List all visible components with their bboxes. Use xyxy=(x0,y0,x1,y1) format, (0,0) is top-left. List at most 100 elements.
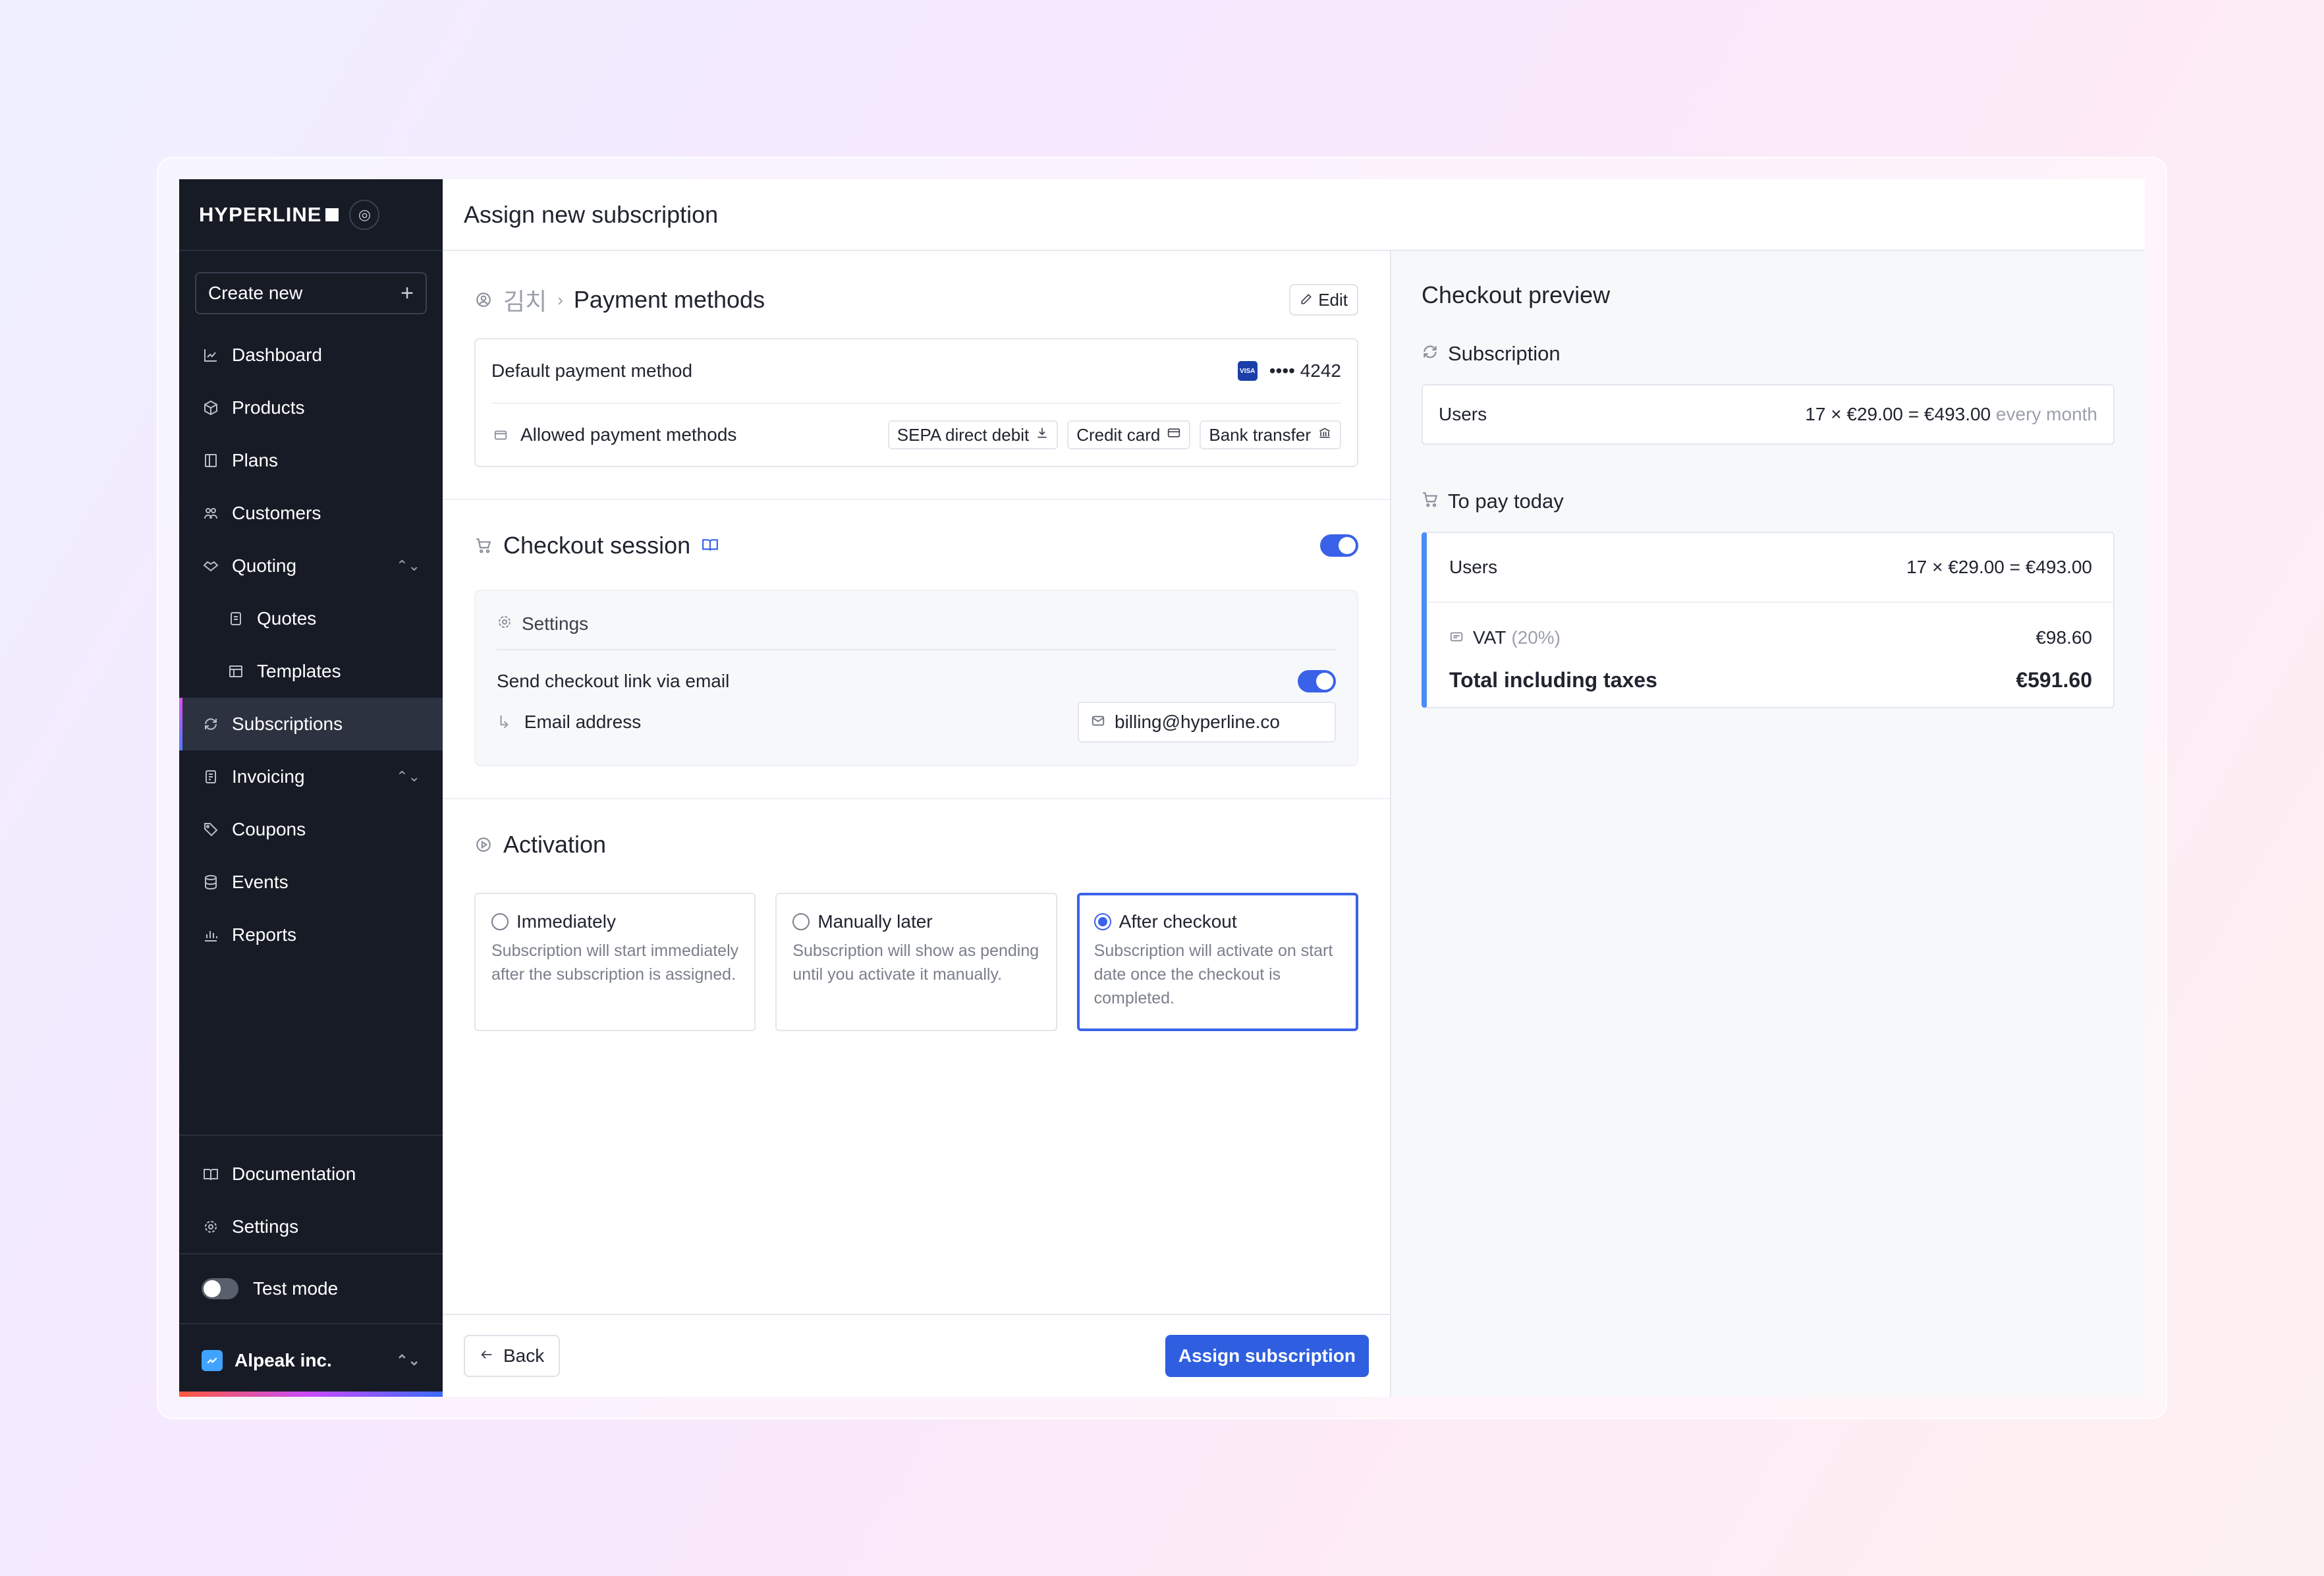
sidebar-item-label: Templates xyxy=(257,661,341,681)
credit-card-icon xyxy=(1167,426,1181,443)
settings-header: Settings xyxy=(497,613,1336,650)
line-period: every month xyxy=(1995,404,2097,424)
wallet-icon xyxy=(491,428,510,442)
logo-text: HYPERLINE xyxy=(199,202,322,226)
default-payment-row: Default payment method VISA •••• 4242 xyxy=(476,339,1357,403)
target-icon[interactable]: ◎ xyxy=(349,199,380,230)
org-switcher[interactable]: Alpeak inc. ⌃⌄ xyxy=(179,1323,443,1397)
sidebar-item-label: Subscriptions xyxy=(232,714,343,734)
sidebar-item-subscriptions[interactable]: Subscriptions xyxy=(179,698,443,750)
form-footer: Back Assign subscription xyxy=(443,1314,1390,1397)
sidebar-item-label: Plans xyxy=(232,450,279,470)
activation-option-immediately[interactable]: Immediately Subscription will start imme… xyxy=(474,893,756,1031)
logo[interactable]: HYPERLINE xyxy=(199,203,339,227)
sidebar-item-reports[interactable]: Reports xyxy=(179,909,443,961)
email-field[interactable]: billing@hyperline.co xyxy=(1078,702,1336,743)
document-icon xyxy=(227,609,245,628)
edit-label: Edit xyxy=(1318,289,1348,310)
sidebar-item-documentation[interactable]: Documentation xyxy=(179,1148,443,1200)
docs-book-icon[interactable] xyxy=(701,532,719,559)
option-label: After checkout xyxy=(1119,911,1237,932)
radio-button[interactable] xyxy=(792,913,810,930)
corner-arrow-icon: ↳ xyxy=(497,712,511,732)
radio-button[interactable] xyxy=(1093,913,1111,930)
option-label: Manually later xyxy=(817,911,933,932)
chip-label: Bank transfer xyxy=(1209,424,1311,445)
option-description: Subscription will activate on start date… xyxy=(1093,942,1333,1007)
sidebar-item-plans[interactable]: Plans xyxy=(179,434,443,487)
send-link-label: Send checkout link via email xyxy=(497,671,730,691)
sidebar-item-quotes[interactable]: Quotes xyxy=(179,592,443,645)
sidebar-item-products[interactable]: Products xyxy=(179,381,443,434)
page-title: Assign new subscription xyxy=(464,200,719,228)
chip-credit-card: Credit card xyxy=(1067,420,1191,449)
sidebar-item-coupons[interactable]: Coupons xyxy=(179,803,443,856)
assign-subscription-button[interactable]: Assign subscription xyxy=(1165,1335,1369,1377)
app-window: HYPERLINE ◎ Create new + Dashboard Produ… xyxy=(179,179,2145,1397)
activation-option-after-checkout[interactable]: After checkout Subscription will activat… xyxy=(1076,893,1358,1031)
cart-icon xyxy=(474,537,493,554)
line-value: 17 × €29.00 = €493.00 xyxy=(1906,557,2092,577)
refresh-icon xyxy=(202,715,220,733)
chip-sepa: SEPA direct debit xyxy=(887,420,1059,449)
sidebar-item-customers[interactable]: Customers xyxy=(179,487,443,540)
sidebar-item-label: Settings xyxy=(232,1216,299,1237)
preview-subscription-header: Subscription xyxy=(1422,342,2115,366)
handshake-icon xyxy=(202,557,220,575)
create-new-button[interactable]: Create new + xyxy=(195,272,427,314)
org-name: Alpeak inc. xyxy=(235,1350,332,1370)
vat-label: VAT xyxy=(1473,627,1507,648)
payment-methods-section: 김치 › Payment methods Edit Default paymen… xyxy=(443,251,1390,500)
page-header: Assign new subscription xyxy=(443,179,2145,251)
sidebar-item-events[interactable]: Events xyxy=(179,856,443,909)
sidebar-item-label: Documentation xyxy=(232,1164,356,1184)
allowed-payment-label: Allowed payment methods xyxy=(520,424,737,445)
sidebar-item-templates[interactable]: Templates xyxy=(179,645,443,698)
database-icon xyxy=(202,873,220,891)
subscription-preview-card: Users 17 × €29.00 = €493.00 every month xyxy=(1422,384,2115,445)
radio-button[interactable] xyxy=(491,913,509,930)
sidebar: HYPERLINE ◎ Create new + Dashboard Produ… xyxy=(179,179,443,1397)
edit-button[interactable]: Edit xyxy=(1289,284,1358,316)
receipt-icon xyxy=(1449,627,1464,648)
content: 김치 › Payment methods Edit Default paymen… xyxy=(443,251,2145,1397)
preview-title: Checkout preview xyxy=(1422,281,1611,308)
vat-value: €98.60 xyxy=(2035,627,2092,648)
breadcrumb-customer[interactable]: 김치 xyxy=(503,283,547,317)
checkout-session-header: Checkout session xyxy=(474,532,1358,559)
sidebar-item-settings[interactable]: Settings xyxy=(179,1200,443,1253)
checkout-session-toggle[interactable] xyxy=(1320,534,1358,557)
to-pay-today-header: To pay today xyxy=(1422,490,2115,513)
mail-icon xyxy=(1091,712,1105,733)
back-label: Back xyxy=(503,1345,545,1366)
activation-option-manually-later[interactable]: Manually later Subscription will show as… xyxy=(775,893,1057,1031)
sidebar-item-dashboard[interactable]: Dashboard xyxy=(179,329,443,381)
sidebar-accent-bar xyxy=(179,1392,443,1397)
allowed-payment-row: Allowed payment methods SEPA direct debi… xyxy=(491,403,1341,466)
settings-label: Settings xyxy=(522,613,589,634)
sidebar-item-label: Coupons xyxy=(232,819,306,839)
option-label: Immediately xyxy=(516,911,616,932)
sidebar-item-quoting[interactable]: Quoting ⌃⌄ xyxy=(179,540,443,592)
line-name: Users xyxy=(1449,557,1498,577)
bank-icon xyxy=(1317,426,1332,443)
chip-label: Credit card xyxy=(1076,424,1161,445)
line-calc: 17 × €29.00 = €493.00 xyxy=(1805,404,1991,424)
subscription-line: Users 17 × €29.00 = €493.00 every month xyxy=(1423,385,2113,443)
email-value: billing@hyperline.co xyxy=(1115,712,1281,732)
invoice-icon xyxy=(202,768,220,786)
payment-methods-header: 김치 › Payment methods Edit xyxy=(474,283,1358,317)
chevron-updown-icon: ⌃⌄ xyxy=(396,557,420,574)
activation-options: Immediately Subscription will start imme… xyxy=(474,893,1358,1031)
back-button[interactable]: Back xyxy=(464,1335,561,1377)
sidebar-item-invoicing[interactable]: Invoicing ⌃⌄ xyxy=(179,750,443,803)
total-label: Total including taxes xyxy=(1449,667,1657,692)
main-area: Assign new subscription 김치 › Payment met… xyxy=(443,179,2145,1397)
tag-icon xyxy=(202,820,220,839)
vat-rate: (20%) xyxy=(1511,627,1561,648)
test-mode-toggle[interactable] xyxy=(202,1278,238,1299)
refresh-icon xyxy=(1422,342,1439,366)
send-link-row: Send checkout link via email xyxy=(497,670,1336,692)
gear-icon xyxy=(202,1218,220,1236)
send-link-toggle[interactable] xyxy=(1298,670,1336,692)
